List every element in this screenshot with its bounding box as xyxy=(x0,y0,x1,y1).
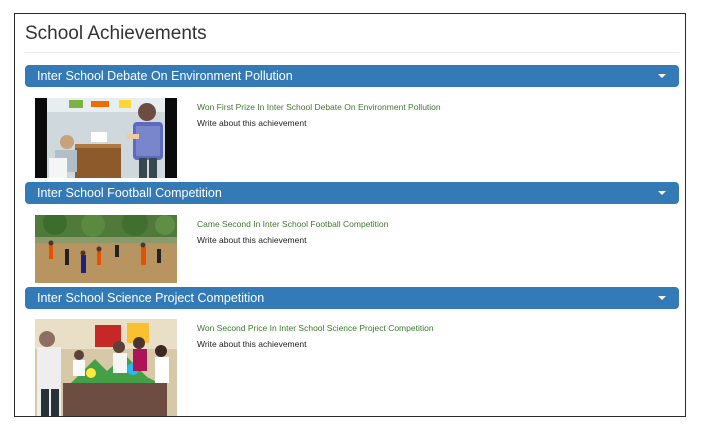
accordion-header-football[interactable]: Inter School Football Competition xyxy=(25,182,679,204)
accordion-header-label: Inter School Football Competition xyxy=(37,186,222,200)
accordion-header-label: Inter School Debate On Environment Pollu… xyxy=(37,69,293,83)
achievement-description: Write about this achievement xyxy=(197,118,307,128)
science-project-photo xyxy=(35,319,177,416)
achievements-panel: School Achievements Inter School Debate … xyxy=(14,13,686,417)
accordion-header-science[interactable]: Inter School Science Project Competition xyxy=(25,287,679,309)
page-title: School Achievements xyxy=(25,23,207,44)
debate-photo xyxy=(35,98,177,178)
chevron-down-icon xyxy=(658,296,666,300)
achievement-title: Won Second Price In Inter School Science… xyxy=(197,323,434,333)
achievement-title: Came Second In Inter School Football Com… xyxy=(197,219,389,229)
accordion-header-label: Inter School Science Project Competition xyxy=(37,291,265,305)
title-divider xyxy=(25,52,679,53)
chevron-down-icon xyxy=(658,191,666,195)
chevron-down-icon xyxy=(658,74,666,78)
achievement-description: Write about this achievement xyxy=(197,235,307,245)
achievement-title: Won First Prize In Inter School Debate O… xyxy=(197,102,441,112)
football-photo xyxy=(35,215,177,283)
accordion-header-debate[interactable]: Inter School Debate On Environment Pollu… xyxy=(25,65,679,87)
achievement-description: Write about this achievement xyxy=(197,339,307,349)
